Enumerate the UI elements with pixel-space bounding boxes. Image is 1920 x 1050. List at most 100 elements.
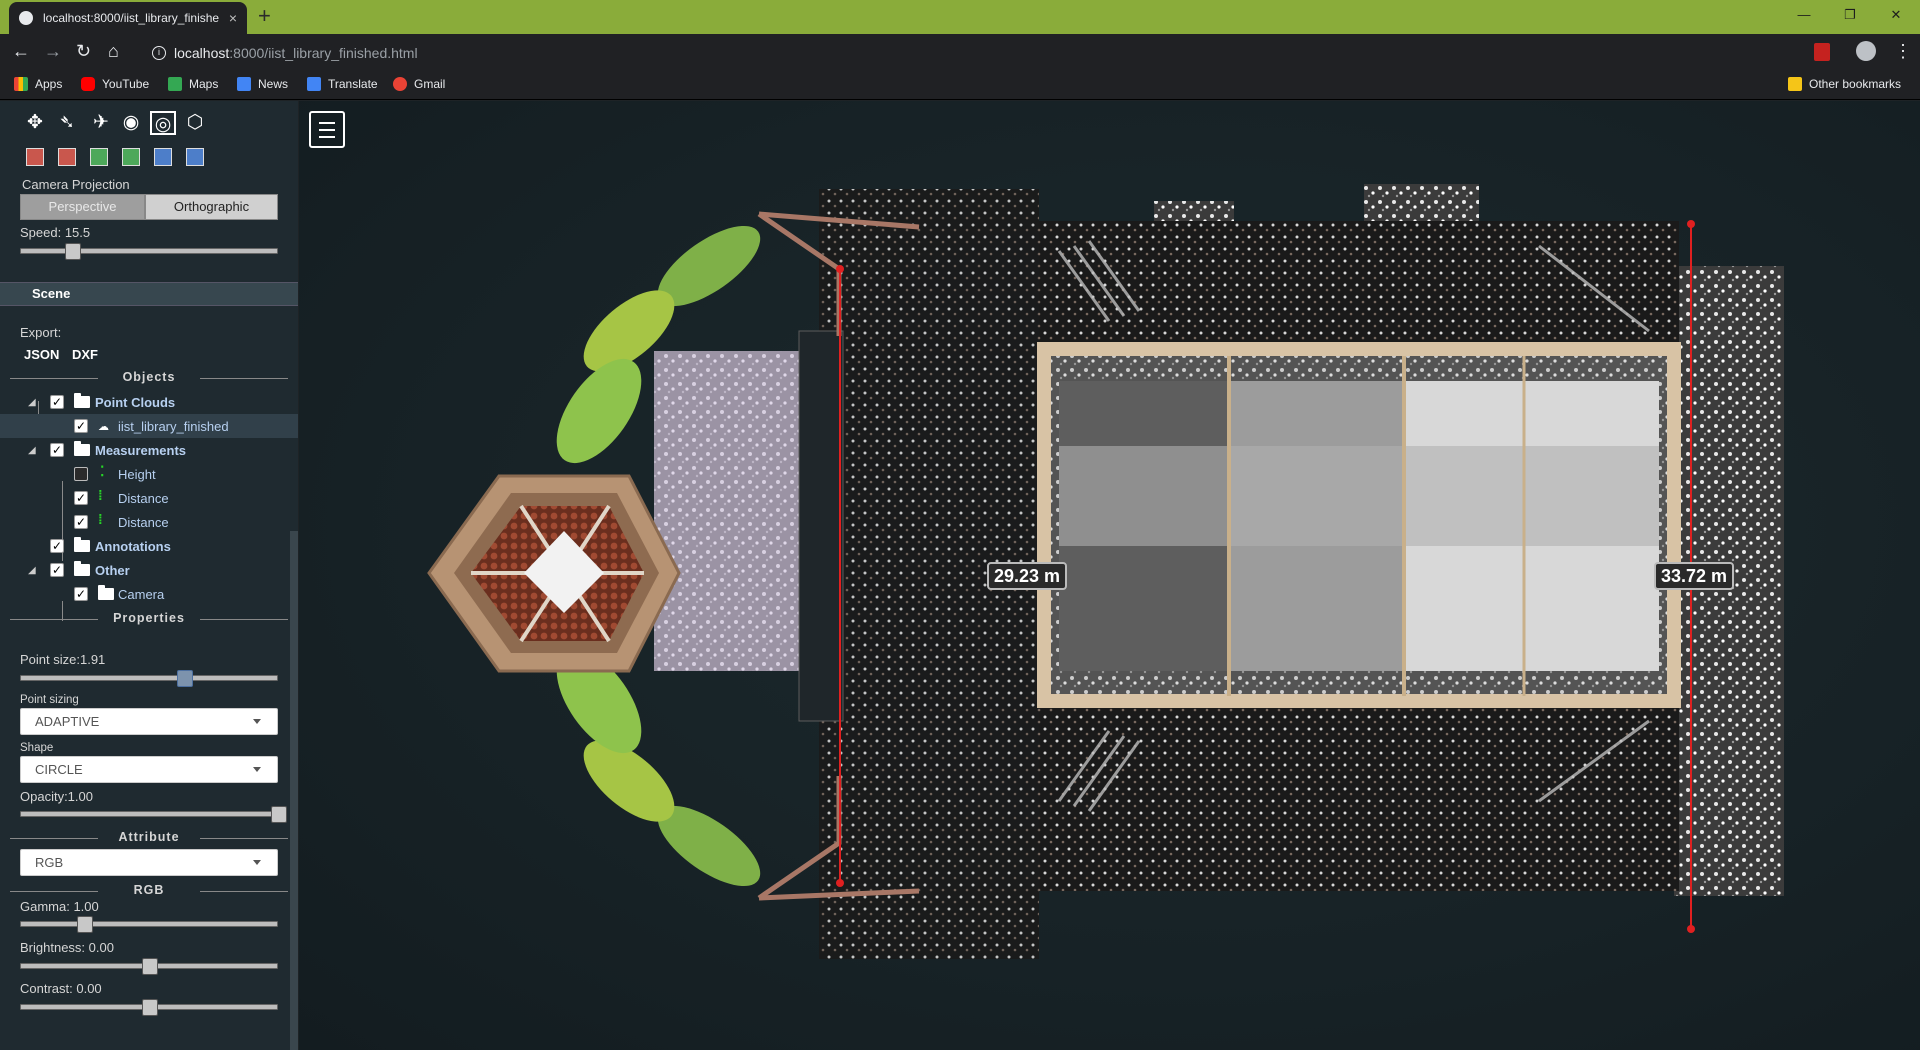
- shape-label: Shape: [20, 742, 54, 754]
- iist-library-checkbox[interactable]: ✓: [74, 419, 88, 433]
- tree-item-other[interactable]: ◢ ✓ Other: [0, 558, 298, 582]
- tree-item-distance[interactable]: ✓ ⁞ Distance: [0, 486, 298, 510]
- tree-item-distance[interactable]: ✓ ⁞ Distance: [0, 510, 298, 534]
- gamma-slider[interactable]: [20, 916, 278, 933]
- close-tab-icon[interactable]: ×: [229, 10, 237, 26]
- back-view-icon[interactable]: [122, 148, 140, 166]
- point-size-slider[interactable]: [20, 670, 278, 687]
- opacity-slider-thumb[interactable]: [271, 806, 287, 823]
- bookmark-gmail[interactable]: Gmail: [393, 77, 445, 91]
- measurement-label-right[interactable]: 33.72 m: [1654, 562, 1735, 590]
- bottom-view-icon[interactable]: [186, 148, 204, 166]
- panel-scrollbar[interactable]: [290, 531, 298, 1050]
- close-window-button[interactable]: ✕: [1876, 4, 1916, 26]
- minimize-button[interactable]: —: [1784, 4, 1824, 26]
- bookmarks-bar: Apps YouTube Maps News Translate Gmail O…: [0, 70, 1920, 100]
- globe-icon: [19, 11, 33, 25]
- measure-point[interactable]: [836, 879, 844, 887]
- collapse-arrow-icon[interactable]: ◢: [28, 565, 36, 576]
- navigation-cube-icon[interactable]: ⬡: [182, 111, 208, 135]
- collapse-arrow-icon[interactable]: ◢: [28, 397, 36, 408]
- speed-slider-thumb[interactable]: [65, 243, 81, 260]
- export-json-button[interactable]: JSON: [24, 347, 59, 362]
- more-menu-icon[interactable]: ⋮: [1894, 42, 1912, 60]
- scene-section-header[interactable]: Scene: [0, 282, 298, 306]
- translate-icon: [307, 77, 321, 91]
- tree-item-point-clouds[interactable]: ◢ ✓ Point Clouds: [0, 390, 298, 414]
- point-clouds-checkbox[interactable]: ✓: [50, 395, 64, 409]
- profile-avatar-icon[interactable]: [1856, 41, 1876, 61]
- maximize-button[interactable]: ❐: [1830, 4, 1870, 26]
- right-view-icon[interactable]: [58, 148, 76, 166]
- bookmark-apps[interactable]: Apps: [14, 77, 62, 91]
- tree-label: Distance: [118, 514, 169, 530]
- back-arrow-icon[interactable]: ←: [12, 42, 30, 60]
- tree-item-iist-library[interactable]: ✓ ☁ iist_library_finished: [0, 414, 298, 438]
- address-bar[interactable]: i localhost:8000/iist_library_finished.h…: [144, 41, 1794, 65]
- tree-item-height[interactable]: ⁚ Height: [0, 462, 298, 486]
- gamma-label: Gamma: 1.00: [20, 899, 99, 914]
- other-checkbox[interactable]: ✓: [50, 563, 64, 577]
- bookmark-translate[interactable]: Translate: [307, 77, 378, 91]
- bookmark-maps[interactable]: Maps: [168, 77, 218, 91]
- annotations-checkbox[interactable]: ✓: [50, 539, 64, 553]
- measure-point[interactable]: [1687, 220, 1695, 228]
- shape-select[interactable]: CIRCLE: [20, 756, 278, 783]
- opacity-slider[interactable]: [20, 806, 287, 823]
- orbit-controls-icon[interactable]: ◉: [118, 111, 144, 135]
- attribute-select[interactable]: RGB: [20, 849, 278, 876]
- browser-tab[interactable]: localhost:8000/iist_library_finishe ×: [9, 2, 247, 34]
- point-cloud-viewport[interactable]: 29.23 m 33.72 m: [299, 101, 1920, 1050]
- news-icon: [237, 77, 251, 91]
- new-tab-button[interactable]: +: [258, 5, 271, 27]
- brightness-slider-thumb[interactable]: [142, 958, 158, 975]
- collapse-arrow-icon[interactable]: ◢: [28, 445, 36, 456]
- camera-checkbox[interactable]: ✓: [74, 587, 88, 601]
- top-view-icon[interactable]: [154, 148, 172, 166]
- measurement-label-left[interactable]: 29.23 m: [987, 562, 1068, 590]
- fly-controls-icon[interactable]: ➴: [54, 111, 80, 135]
- objects-section-title: Objects: [0, 370, 298, 384]
- pdf-extension-icon[interactable]: [1814, 43, 1830, 61]
- height-checkbox[interactable]: [74, 467, 88, 481]
- camera-projection-label: Camera Projection: [22, 177, 130, 192]
- reload-icon[interactable]: ↻: [76, 42, 91, 60]
- gamma-slider-thumb[interactable]: [77, 916, 93, 933]
- info-icon[interactable]: i: [152, 46, 166, 60]
- distance-checkbox[interactable]: ✓: [74, 515, 88, 529]
- bookmark-youtube[interactable]: YouTube: [81, 77, 149, 91]
- measure-point[interactable]: [836, 265, 844, 273]
- tree-label: iist_library_finished: [118, 418, 229, 434]
- distance-checkbox[interactable]: ✓: [74, 491, 88, 505]
- brightness-slider[interactable]: [20, 958, 278, 975]
- tree-item-annotations[interactable]: ✓ Annotations: [0, 534, 298, 558]
- orthographic-button[interactable]: Orthographic: [145, 194, 278, 220]
- left-view-icon[interactable]: [26, 148, 44, 166]
- earth-controls-icon[interactable]: ✥: [22, 111, 48, 135]
- helicopter-controls-icon[interactable]: ✈: [86, 111, 116, 135]
- point-size-slider-thumb[interactable]: [177, 670, 193, 687]
- tree-item-measurements[interactable]: ◢ ✓ Measurements: [0, 438, 298, 462]
- measure-point[interactable]: [1687, 925, 1695, 933]
- measurements-checkbox[interactable]: ✓: [50, 443, 64, 457]
- front-view-icon[interactable]: [90, 148, 108, 166]
- tree-item-camera[interactable]: ✓ Camera: [0, 582, 298, 606]
- export-dxf-button[interactable]: DXF: [72, 347, 98, 362]
- contrast-slider-thumb[interactable]: [142, 999, 158, 1016]
- focus-icon[interactable]: ◎: [150, 111, 176, 135]
- contrast-slider[interactable]: [20, 999, 278, 1016]
- export-label: Export:: [20, 325, 62, 340]
- perspective-button[interactable]: Perspective: [20, 194, 145, 220]
- other-bookmarks[interactable]: Other bookmarks: [1788, 77, 1901, 91]
- properties-section-title: Properties: [0, 611, 298, 625]
- folder-icon: [74, 561, 90, 576]
- speed-slider[interactable]: [20, 243, 278, 260]
- bookmark-news[interactable]: News: [237, 77, 288, 91]
- building-footprint: [427, 184, 1784, 959]
- home-icon[interactable]: ⌂: [108, 42, 119, 60]
- point-sizing-select[interactable]: ADAPTIVE: [20, 708, 278, 735]
- url-path: :8000/iist_library_finished.html: [229, 45, 418, 61]
- speed-label: Speed: 15.5: [20, 225, 91, 240]
- folder-icon: [1788, 77, 1802, 91]
- forward-arrow-icon[interactable]: →: [44, 42, 62, 60]
